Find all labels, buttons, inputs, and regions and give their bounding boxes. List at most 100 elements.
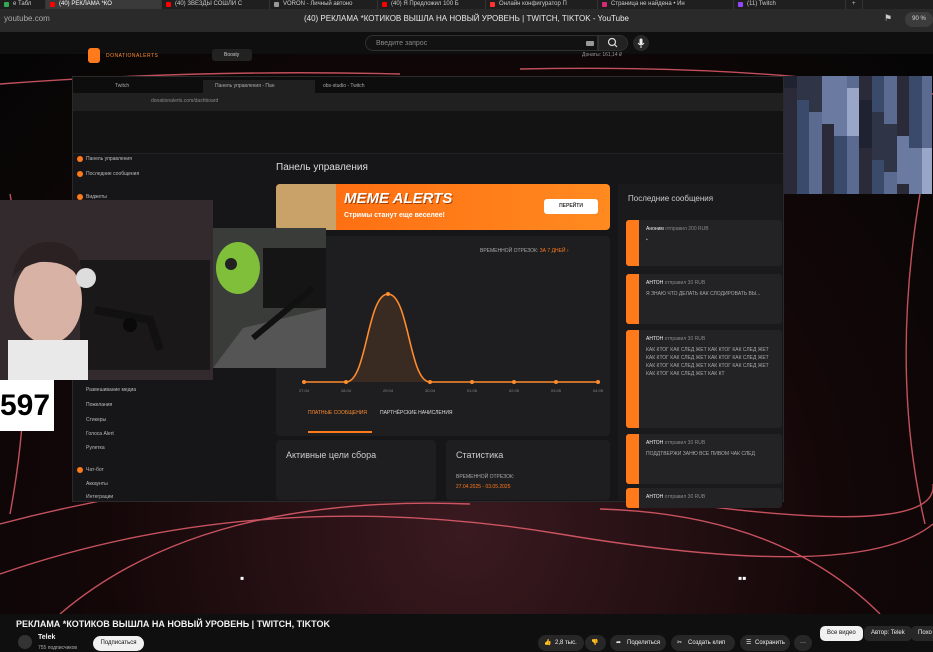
chart-x-tick-label: 28.04 xyxy=(341,388,352,393)
browser-tab[interactable]: (11) Twitch xyxy=(734,0,846,9)
pixel-block xyxy=(896,172,910,184)
pixel-block xyxy=(884,172,897,184)
search-input[interactable]: Введите запрос xyxy=(365,35,598,51)
sidebar-item-chatbot: Чат-бот xyxy=(77,467,104,473)
pixel-block xyxy=(871,100,885,112)
pixel-block xyxy=(921,88,932,100)
pixel-block xyxy=(834,136,847,148)
search-button[interactable] xyxy=(598,35,628,51)
pixel-block xyxy=(821,88,835,100)
browser-tab[interactable]: е Табл xyxy=(0,0,46,9)
doge-image xyxy=(276,184,336,230)
tab-favicon-icon xyxy=(602,2,607,7)
dislike-button[interactable]: 👎 xyxy=(585,635,606,651)
message-amount: отправил 30 RUB xyxy=(664,336,706,342)
pixel-block xyxy=(821,160,835,172)
sidebar-item: Аккаунты xyxy=(86,481,108,487)
browser-tab[interactable]: Онлайн конфигуратор П xyxy=(486,0,598,9)
bookmark-icon[interactable]: ⚑ xyxy=(884,13,892,24)
channel-name[interactable]: Telek xyxy=(38,634,55,641)
like-button[interactable]: 👍 2,8 тыс. xyxy=(538,635,584,651)
sidebar: Панель управления Последние сообщения Ви… xyxy=(72,76,139,500)
channel-avatar[interactable] xyxy=(18,635,32,649)
new-tab-button[interactable]: + xyxy=(846,0,863,9)
tab-favicon-icon xyxy=(4,2,9,7)
pixel-block xyxy=(871,88,885,100)
browser-tab[interactable]: VORON - Личный автоно xyxy=(270,0,378,9)
save-button[interactable]: ☰ Сохранить xyxy=(740,635,790,651)
chart-point xyxy=(470,380,474,384)
pixel-block xyxy=(871,184,885,194)
page-title: (40) РЕКЛАМА *КОТИКОВ ВЫШЛА НА НОВЫЙ УРО… xyxy=(303,14,629,23)
pixel-block xyxy=(921,136,932,148)
pixel-block xyxy=(884,100,897,112)
sidebar-item: Рулетка xyxy=(86,445,105,451)
chip-all-videos[interactable]: Все видео xyxy=(820,626,863,641)
message-amount: отправил 30 RUB xyxy=(664,280,706,286)
browser-tab[interactable]: (40) ЗВЕЗДЫ СОШЛИ С xyxy=(162,0,270,9)
browser-tab[interactable]: Страница не найдена • Ин xyxy=(598,0,734,9)
tab-favicon-icon xyxy=(490,2,495,7)
clip-button[interactable]: ✂ Создать клип xyxy=(671,635,735,651)
author-name: Аноним xyxy=(646,226,664,232)
zoom-level[interactable]: 90 % xyxy=(905,12,933,27)
keyboard-icon[interactable] xyxy=(586,41,594,46)
browser-tab[interactable]: (40) РЕКЛАМА *КО xyxy=(46,0,162,9)
chart-point xyxy=(512,380,516,384)
pixel-block xyxy=(909,148,922,160)
pixel-block xyxy=(896,148,910,160)
pixel-block xyxy=(859,112,872,124)
pixel-block xyxy=(809,76,822,88)
pixel-block xyxy=(784,160,797,172)
chip-related[interactable]: Похо xyxy=(911,626,933,641)
chart-point xyxy=(428,380,432,384)
video-title: РЕКЛАМА *КОТИКОВ ВЫШЛА НА НОВЫЙ УРОВЕНЬ … xyxy=(16,619,331,629)
pixel-block xyxy=(784,124,797,136)
stream-tab: Twitch xyxy=(115,83,130,89)
pixel-block xyxy=(821,124,835,136)
stream-tab: obs-studio - Twitch xyxy=(323,83,365,89)
pixel-block xyxy=(846,160,860,172)
message-amount: отправил 30 RUB xyxy=(664,440,706,446)
pixel-block xyxy=(809,88,822,100)
chip-by-author[interactable]: Автор: Telek xyxy=(864,626,912,641)
more-actions-button[interactable]: ··· xyxy=(794,635,812,651)
tab-favicon-icon xyxy=(382,2,387,7)
pixel-block xyxy=(909,160,922,172)
pixel-block xyxy=(796,124,810,136)
clip-label: Создать клип xyxy=(688,640,726,646)
save-label: Сохранить xyxy=(755,640,785,646)
share-button[interactable]: ➦ Поделиться xyxy=(610,635,666,651)
subscribe-button[interactable]: Подписаться xyxy=(93,636,144,651)
pixel-block xyxy=(796,88,810,100)
goals-panel xyxy=(276,440,436,500)
chart-point xyxy=(386,292,390,296)
message-amount: отправил 30 RUB xyxy=(664,494,706,500)
pixel-block xyxy=(921,112,932,124)
message-accent-bar xyxy=(626,330,639,428)
tab-favicon-icon xyxy=(274,2,279,7)
pixel-block xyxy=(821,136,835,148)
pixel-block xyxy=(909,100,922,112)
scissors-icon: ✂ xyxy=(677,640,683,646)
period-label: ВРЕМЕННОЙ ОТРЕЗОК: xyxy=(480,248,539,254)
share-label: Поделиться xyxy=(627,640,661,646)
microphone-button[interactable] xyxy=(633,35,649,51)
pixel-block xyxy=(859,124,872,136)
pixel-block xyxy=(896,136,910,148)
search-icon xyxy=(607,37,618,48)
pixel-block xyxy=(871,172,885,184)
pixel-block xyxy=(834,148,847,160)
pixel-block xyxy=(796,100,810,112)
sidebar-item: Стикеры xyxy=(86,417,107,423)
browser-tab[interactable]: (40) Я Предложил 100 Б xyxy=(378,0,486,9)
pixel-block xyxy=(834,172,847,184)
message-author: АНТОН отправил 30 RUB xyxy=(646,494,705,500)
goals-title: Активные цели сбора xyxy=(286,450,377,460)
pixel-block xyxy=(896,124,910,136)
message-accent-bar xyxy=(626,274,639,324)
dashboard-title: Панель управления xyxy=(276,162,368,173)
pixel-block xyxy=(896,76,910,88)
pixel-block xyxy=(871,76,885,88)
pixel-block xyxy=(846,88,860,100)
